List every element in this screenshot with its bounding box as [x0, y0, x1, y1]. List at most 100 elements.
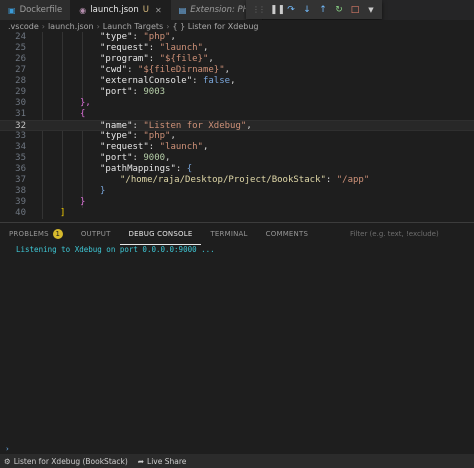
line-number: 33: [15, 131, 26, 141]
json-value: "${file}": [159, 54, 209, 64]
breadcrumb-item[interactable]: launch.json: [48, 22, 94, 31]
breadcrumb-item[interactable]: Launch Targets: [103, 22, 163, 31]
line-number: 40: [15, 208, 26, 218]
json-brace: }: [100, 186, 106, 196]
debug-run-icon: ⚙: [4, 456, 11, 466]
line-number: 26: [15, 54, 26, 64]
json-key: "name": [100, 121, 133, 131]
tab-label: OUTPUT: [80, 230, 111, 238]
tab-output[interactable]: OUTPUT: [72, 223, 120, 245]
json-value: "launch": [159, 43, 203, 53]
step-into-icon[interactable]: ↓: [302, 5, 312, 15]
json-key: "/home/raja/Desktop/Project/BookStack": [120, 175, 326, 185]
live-share-icon: ➦: [137, 456, 145, 466]
json-icon: ◉: [79, 5, 87, 15]
chevron-down-icon[interactable]: ▼: [366, 6, 376, 14]
extension-icon: ▤: [178, 5, 187, 15]
json-brace: }: [80, 197, 86, 207]
problems-count-badge: 1: [52, 229, 63, 239]
console-filter-input[interactable]: [346, 228, 466, 240]
line-number: 24: [15, 32, 26, 42]
tab-label: launch.json: [90, 5, 139, 15]
drag-handle-icon[interactable]: ⋮⋮: [252, 5, 266, 14]
json-key: "port": [100, 87, 133, 97]
code-line: 39 }: [0, 197, 474, 208]
json-value: 9003: [143, 87, 166, 97]
json-key: "pathMappings": [100, 164, 176, 174]
line-number: 27: [15, 65, 26, 75]
bottom-panel: PROBLEMS 1 OUTPUT DEBUG CONSOLE TERMINAL…: [0, 222, 474, 455]
status-bar: ⚙ Listen for Xdebug (BookStack) ➦ Live S…: [0, 454, 474, 468]
close-icon[interactable]: ✕: [155, 6, 162, 15]
json-brace: {: [186, 164, 193, 174]
pause-icon[interactable]: ❚❚: [270, 5, 285, 15]
code-line: 26 "program": "${file}",: [0, 54, 474, 65]
json-value: "${fileDirname}": [137, 65, 225, 75]
docker-icon: ▣: [8, 5, 16, 15]
step-out-icon[interactable]: ↑: [318, 5, 328, 15]
code-line-current: 32 "name": "Listen for Xdebug",: [0, 120, 474, 131]
debug-config-status[interactable]: ⚙ Listen for Xdebug (BookStack): [4, 457, 128, 466]
live-share-label: Live Share: [147, 456, 187, 466]
line-number: 34: [15, 142, 26, 152]
console-output-line: Listening to Xdebug on port 0.0.0.0:9000…: [16, 245, 215, 254]
chevron-right-icon: ›: [96, 21, 100, 31]
json-key: "request": [100, 43, 149, 53]
tab-label: PROBLEMS: [9, 230, 49, 238]
code-line: 38 }: [0, 186, 474, 197]
line-number: 35: [15, 153, 26, 163]
line-number: 36: [15, 164, 26, 174]
code-line: 35 "port": 9000,: [0, 153, 474, 164]
tab-terminal[interactable]: TERMINAL: [201, 223, 256, 245]
console-prompt-icon[interactable]: ›: [6, 445, 9, 453]
json-value: "Listen for Xdebug": [143, 121, 247, 131]
tab-comments[interactable]: COMMENTS: [257, 223, 317, 245]
line-number: 39: [15, 197, 26, 207]
code-line: 34 "request": "launch",: [0, 142, 474, 153]
code-line: 33 "type": "php",: [0, 131, 474, 142]
json-key: "type": [100, 131, 133, 141]
json-bracket: ]: [60, 208, 66, 218]
tab-problems[interactable]: PROBLEMS 1: [0, 223, 72, 245]
step-over-icon[interactable]: ↷: [286, 5, 296, 15]
breadcrumb-item[interactable]: { } Listen for Xdebug: [172, 22, 258, 31]
restart-icon[interactable]: ↻: [334, 5, 344, 15]
code-editor[interactable]: 24 "type": "php", 25 "request": "launch"…: [0, 32, 474, 222]
live-share-status[interactable]: ➦ Live Share: [138, 457, 187, 466]
code-line: 25 "request": "launch",: [0, 43, 474, 54]
debug-toolbar: ⋮⋮ ❚❚ ↷ ↓ ↑ ↻ □ ▼: [246, 0, 382, 19]
code-line: 28 "externalConsole": false,: [0, 76, 474, 87]
debug-config-label: Listen for Xdebug (BookStack): [13, 456, 128, 466]
json-value: "php": [143, 32, 171, 42]
line-number: 37: [15, 175, 26, 185]
json-key: "port": [100, 153, 133, 163]
tab-dockerfile[interactable]: ▣ Dockerfile: [0, 0, 72, 20]
json-brace: },: [80, 98, 91, 108]
tab-label: TERMINAL: [210, 230, 248, 238]
tab-label: COMMENTS: [265, 230, 309, 238]
chevron-right-icon: ›: [166, 21, 170, 31]
json-key: "externalConsole": [100, 76, 193, 86]
code-line: 24 "type": "php",: [0, 32, 474, 43]
json-value: 9000: [143, 153, 166, 163]
line-number: 31: [15, 109, 26, 119]
tab-label: DEBUG CONSOLE: [128, 229, 193, 238]
json-value: "launch": [159, 142, 203, 152]
json-key: "type": [100, 32, 133, 42]
breadcrumb: .vscode › launch.json › Launch Targets ›…: [0, 20, 474, 32]
json-brace: {: [80, 109, 86, 119]
breadcrumb-item[interactable]: .vscode: [8, 22, 39, 31]
stop-icon[interactable]: □: [350, 5, 360, 15]
json-key: "request": [100, 142, 149, 152]
editor-tab-bar: ▣ Dockerfile ◉ launch.json U ✕ ▤ Extensi…: [0, 0, 474, 20]
json-value: false: [202, 76, 231, 86]
code-line: 27 "cwd": "${fileDirname}",: [0, 65, 474, 76]
line-number: 29: [15, 87, 26, 97]
code-line: 37 "/home/raja/Desktop/Project/BookStack…: [0, 175, 474, 186]
tab-debug-console[interactable]: DEBUG CONSOLE: [119, 223, 202, 245]
tab-label: Extension: PHP: [190, 5, 255, 15]
code-line: 29 "port": 9003: [0, 87, 474, 98]
json-value: "/app": [336, 175, 370, 185]
chevron-right-icon: ›: [41, 21, 45, 31]
tab-launch-json[interactable]: ◉ launch.json U ✕: [71, 0, 171, 20]
